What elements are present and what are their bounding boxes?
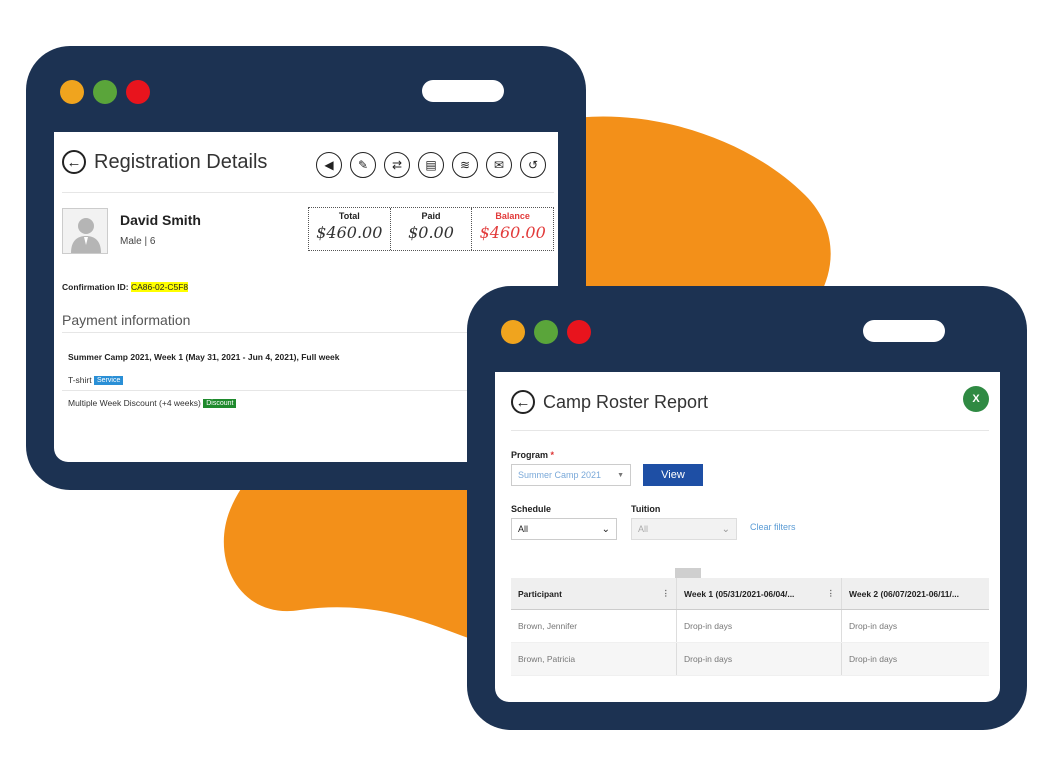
coins-icon[interactable]: ≋: [452, 152, 478, 178]
item-text: T-shirt: [68, 375, 92, 385]
list-item: Multiple Week Discount (+4 weeks) Discou…: [68, 398, 237, 408]
roster-report-window: ← Camp Roster Report X Program * Summer …: [467, 286, 1027, 730]
view-button[interactable]: View: [643, 464, 703, 486]
maximize-dot[interactable]: [93, 80, 117, 104]
balance-summary: Total $460.00 Paid $0.00 Balance $460.00: [308, 207, 554, 251]
schedule-select-value: All: [518, 524, 529, 534]
caret-down-icon: ▼: [617, 471, 624, 479]
horizontal-scroll-thumb[interactable]: [675, 568, 701, 578]
header-divider: [62, 192, 554, 193]
tuition-select[interactable]: All ⌄: [631, 518, 737, 540]
minimize-dot[interactable]: [501, 320, 525, 344]
program-label-text: Program: [511, 450, 549, 460]
column-header-week2[interactable]: Week 2 (06/07/2021-06/11/...: [841, 578, 989, 609]
envelope-icon[interactable]: ✉: [486, 152, 512, 178]
paid-label: Paid: [421, 211, 441, 221]
history-icon[interactable]: ↺: [520, 152, 546, 178]
schedule-select[interactable]: All ⌄: [511, 518, 617, 540]
table-header: Participant ⋮ Week 1 (05/31/2021-06/04/.…: [511, 578, 989, 610]
action-toolbar: ◀ ✎ ⇄ ▤ ≋ ✉ ↺: [316, 152, 546, 178]
person-silhouette-icon: [71, 218, 101, 253]
header-divider: [511, 430, 989, 431]
page-header: ← Registration Details: [62, 150, 267, 174]
discount-badge: Discount: [203, 399, 237, 408]
window-controls: [501, 320, 591, 344]
camp-line-item: Summer Camp 2021, Week 1 (May 31, 2021 -…: [68, 352, 340, 362]
column-menu-icon[interactable]: ⋮: [827, 588, 836, 599]
page-title: Registration Details: [94, 150, 268, 173]
table-cell: Drop-in days: [841, 643, 989, 675]
participant-name: David Smith: [120, 212, 201, 228]
avatar: [62, 208, 108, 254]
table-row[interactable]: Brown, Patricia Drop-in days Drop-in day…: [511, 643, 989, 676]
close-dot[interactable]: [126, 80, 150, 104]
item-text: Multiple Week Discount (+4 weeks): [68, 398, 201, 408]
roster-table: Participant ⋮ Week 1 (05/31/2021-06/04/.…: [511, 578, 989, 676]
window-controls: [60, 80, 150, 104]
column-header-label: Week 2 (06/07/2021-06/11/...: [849, 588, 959, 599]
roster-screen: ← Camp Roster Report X Program * Summer …: [495, 372, 1000, 702]
confirmation-id: CA86-02-C5F8: [130, 282, 189, 292]
payment-heading: Payment information: [62, 312, 191, 328]
required-marker: *: [550, 450, 555, 460]
back-arrow-icon[interactable]: ←: [511, 390, 535, 414]
table-cell: Drop-in days: [676, 610, 841, 642]
document-icon[interactable]: ▤: [418, 152, 444, 178]
balance-value: $460.00: [479, 223, 546, 242]
column-header-label: Week 1 (05/31/2021-06/04/...: [684, 588, 795, 599]
table-cell: Brown, Jennifer: [518, 621, 578, 631]
total-label: Total: [338, 211, 360, 221]
back-arrow-icon[interactable]: ←: [62, 150, 86, 174]
tuition-select-value: All: [638, 524, 649, 534]
back-circle-icon[interactable]: ◀: [316, 152, 342, 178]
page-header: ← Camp Roster Report: [511, 390, 708, 414]
column-header-participant[interactable]: Participant ⋮: [511, 578, 676, 609]
balance-label: Balance: [495, 211, 530, 221]
chevron-down-icon: ⌄: [721, 523, 730, 535]
table-row[interactable]: Brown, Jennifer Drop-in days Drop-in day…: [511, 610, 989, 643]
program-label: Program *: [511, 450, 554, 460]
table-cell: Drop-in days: [841, 610, 989, 642]
column-header-label: Participant: [518, 588, 562, 599]
swap-icon[interactable]: ⇄: [384, 152, 410, 178]
schedule-label: Schedule: [511, 504, 552, 514]
page-title: Camp Roster Report: [543, 391, 709, 412]
table-cell: Brown, Patricia: [518, 654, 576, 664]
excel-export-icon[interactable]: X: [963, 386, 989, 412]
minimize-dot[interactable]: [60, 80, 84, 104]
address-bar-pill: [422, 80, 504, 102]
table-cell: Drop-in days: [676, 643, 841, 675]
paid-value: $0.00: [408, 223, 454, 242]
balance-cell: Balance $460.00: [472, 208, 553, 250]
list-item: T-shirt Service: [68, 375, 124, 385]
pencil-icon[interactable]: ✎: [350, 152, 376, 178]
program-select-value: Summer Camp 2021: [518, 470, 602, 480]
paid-cell: Paid $0.00: [391, 208, 473, 250]
chevron-down-icon: ⌄: [601, 523, 610, 535]
participant-meta: Male | 6: [120, 236, 156, 247]
service-badge: Service: [94, 376, 124, 385]
program-select[interactable]: Summer Camp 2021 ▼: [511, 464, 631, 486]
tuition-label: Tuition: [631, 504, 661, 514]
address-bar-pill: [863, 320, 945, 342]
maximize-dot[interactable]: [534, 320, 558, 344]
total-cell: Total $460.00: [309, 208, 391, 250]
confirmation-label: Confirmation ID:: [62, 282, 129, 292]
total-value: $460.00: [316, 223, 383, 242]
close-dot[interactable]: [567, 320, 591, 344]
column-menu-icon[interactable]: ⋮: [662, 588, 671, 599]
clear-filters-link[interactable]: Clear filters: [750, 522, 796, 532]
confirmation-id-line: Confirmation ID: CA86-02-C5F8: [62, 282, 189, 292]
column-header-week1[interactable]: Week 1 (05/31/2021-06/04/... ⋮: [676, 578, 841, 609]
